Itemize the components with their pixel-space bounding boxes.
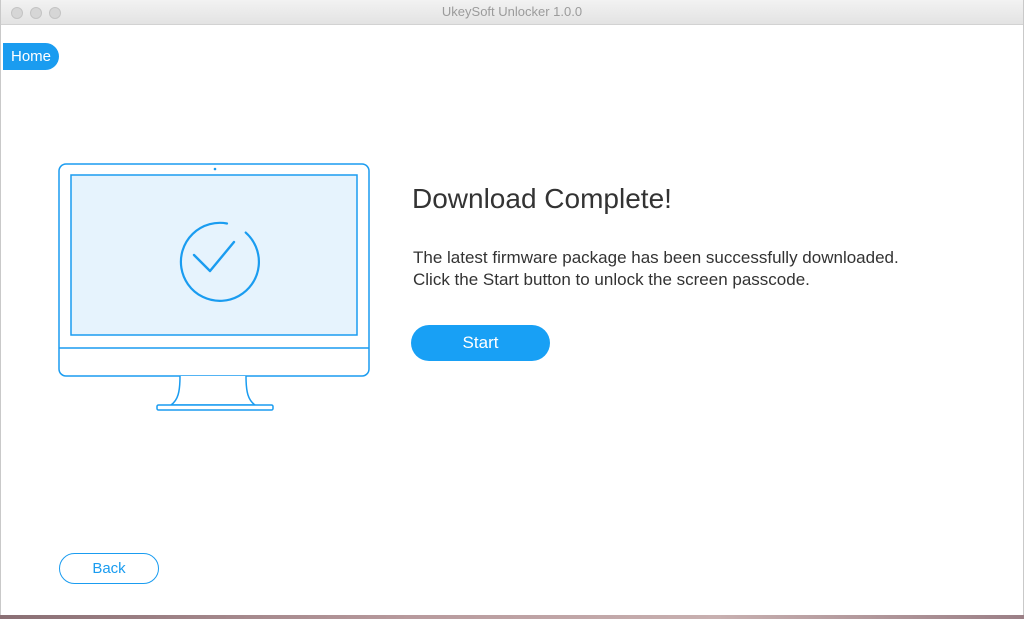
description-text: The latest firmware package has been suc…	[413, 247, 899, 291]
title-bar[interactable]: UkeySoft Unlocker 1.0.0	[1, 0, 1023, 25]
monitor-base	[156, 404, 274, 411]
page-title: Download Complete!	[412, 183, 672, 214]
app-window: UkeySoft Unlocker 1.0.0 Home Download Co…	[0, 0, 1024, 619]
monitor-stand	[168, 375, 258, 406]
description-line-1: The latest firmware package has been suc…	[413, 248, 899, 267]
start-button[interactable]: Start	[411, 325, 550, 361]
desktop-wallpaper-edge	[0, 615, 1024, 619]
monitor-screen	[70, 174, 358, 336]
home-button[interactable]: Home	[3, 43, 59, 70]
monitor-checkmark-icon	[58, 163, 370, 411]
back-button[interactable]: Back	[59, 553, 159, 584]
monitor-camera	[213, 167, 217, 171]
description-line-2: Click the Start button to unlock the scr…	[413, 270, 810, 289]
window-title: UkeySoft Unlocker 1.0.0	[441, 4, 583, 19]
